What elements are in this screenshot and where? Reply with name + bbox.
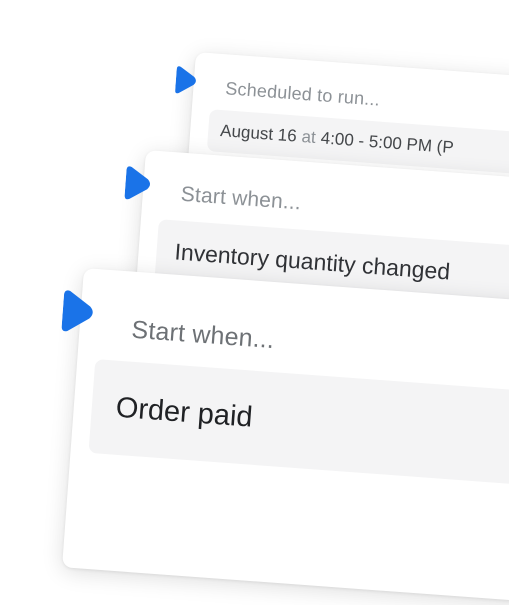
card-label: Start when... bbox=[180, 182, 302, 215]
trigger-marker-icon bbox=[174, 65, 202, 102]
schedule-time: 4:00 - 5:00 PM (P bbox=[320, 128, 455, 158]
trigger-value-field[interactable]: Order paid bbox=[88, 359, 509, 490]
order-paid-trigger-card[interactable]: Start when... Order paid bbox=[61, 268, 509, 602]
trigger-marker-icon bbox=[124, 165, 157, 208]
trigger-marker-icon bbox=[61, 289, 100, 341]
schedule-separator: at bbox=[300, 126, 317, 147]
schedule-date: August 16 bbox=[219, 121, 298, 146]
card-label: Scheduled to run... bbox=[224, 78, 381, 110]
card-label: Start when... bbox=[130, 315, 276, 355]
